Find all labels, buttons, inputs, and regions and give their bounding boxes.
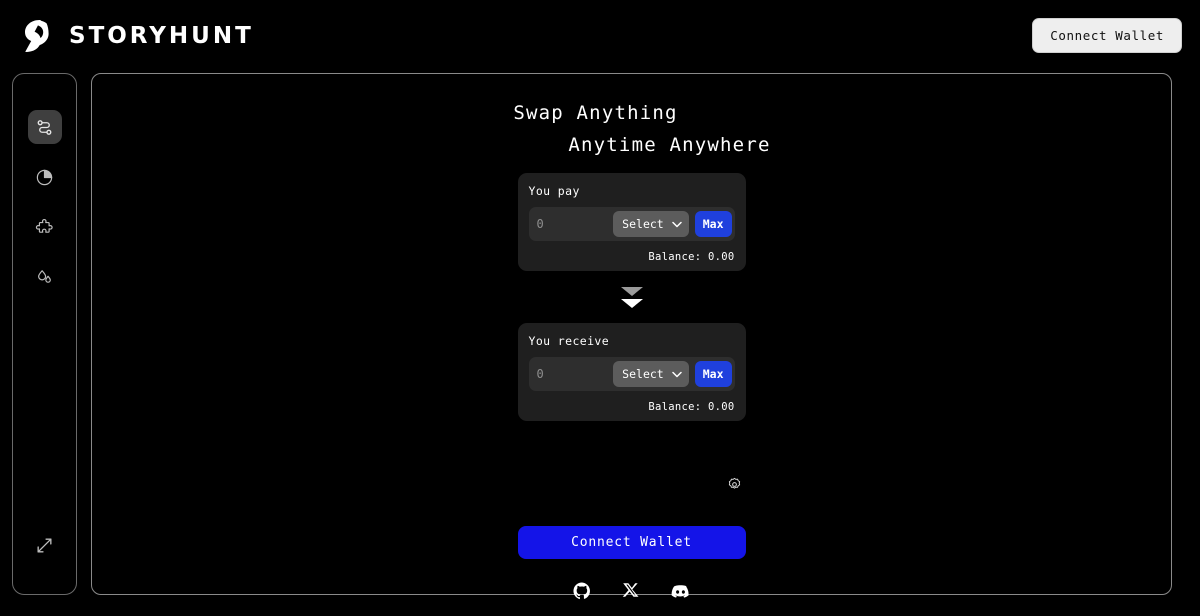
- puzzle-piece-icon: [35, 218, 54, 237]
- switch-direction-icon: [620, 286, 643, 308]
- main-connect-wallet-button[interactable]: Connect Wallet: [517, 526, 746, 559]
- sidebar-item-liquidity[interactable]: [28, 260, 62, 294]
- receive-card-label: You receive: [528, 334, 610, 348]
- page-title: Swap Anything Anytime Anywhere: [92, 97, 1171, 161]
- receive-token-select-button[interactable]: Select: [613, 361, 689, 387]
- main-panel: Swap Anything Anytime Anywhere You pay S…: [91, 73, 1172, 600]
- pay-balance: Balance: 0.00: [648, 251, 735, 263]
- x-twitter-icon[interactable]: [622, 581, 640, 606]
- expand-icon: [35, 536, 54, 555]
- receive-input-row: Select Max: [528, 357, 735, 391]
- header-connect-wallet-button[interactable]: Connect Wallet: [1032, 18, 1182, 53]
- sidebar-bottom: [28, 528, 62, 594]
- droplets-icon: [35, 268, 54, 287]
- chevron-down-icon: [671, 367, 682, 381]
- app-root: STORYHUNT Connect Wallet Swap Anything A…: [0, 0, 1200, 616]
- gear-icon: [727, 477, 742, 495]
- sidebar-item-expand[interactable]: [28, 528, 62, 562]
- headline-line-1: Swap Anything: [513, 102, 678, 124]
- receive-balance: Balance: 0.00: [648, 401, 735, 413]
- brand-name: STORYHUNT: [69, 22, 254, 49]
- pay-token-select-button[interactable]: Select: [613, 211, 689, 237]
- pay-max-button[interactable]: Max: [694, 211, 732, 237]
- app-header: STORYHUNT Connect Wallet: [0, 0, 1200, 71]
- sidebar-item-portfolio[interactable]: [28, 160, 62, 194]
- receive-token-select-label: Select: [622, 367, 664, 381]
- receive-amount-input[interactable]: [536, 367, 608, 381]
- pay-input-row: Select Max: [528, 207, 735, 241]
- receive-card: You receive Select Max Balance: 0.00: [517, 323, 746, 421]
- switch-direction-button[interactable]: [620, 286, 643, 308]
- pay-card-label: You pay: [528, 184, 580, 198]
- swap-widget: You pay Select Max Balance: 0.00: [517, 173, 746, 606]
- switch-zone: [518, 271, 746, 323]
- pay-amount-input[interactable]: [536, 217, 608, 231]
- social-links: [518, 581, 746, 606]
- pie-chart-icon: [35, 168, 54, 187]
- chevron-down-icon: [671, 217, 682, 231]
- github-icon[interactable]: [572, 581, 592, 606]
- receive-max-button[interactable]: Max: [694, 361, 732, 387]
- swap-icon: [35, 118, 54, 137]
- settings-button[interactable]: [727, 477, 742, 495]
- sidebar-item-integrations[interactable]: [28, 210, 62, 244]
- sidebar: [12, 73, 77, 595]
- brand[interactable]: STORYHUNT: [16, 16, 254, 56]
- pay-card: You pay Select Max Balance: 0.00: [517, 173, 746, 271]
- pay-token-select-label: Select: [622, 217, 664, 231]
- headline-line-2: Anytime Anywhere: [568, 134, 771, 156]
- storyhunt-logo-icon: [16, 16, 56, 56]
- settings-row: [518, 477, 746, 495]
- discord-icon[interactable]: [670, 581, 691, 606]
